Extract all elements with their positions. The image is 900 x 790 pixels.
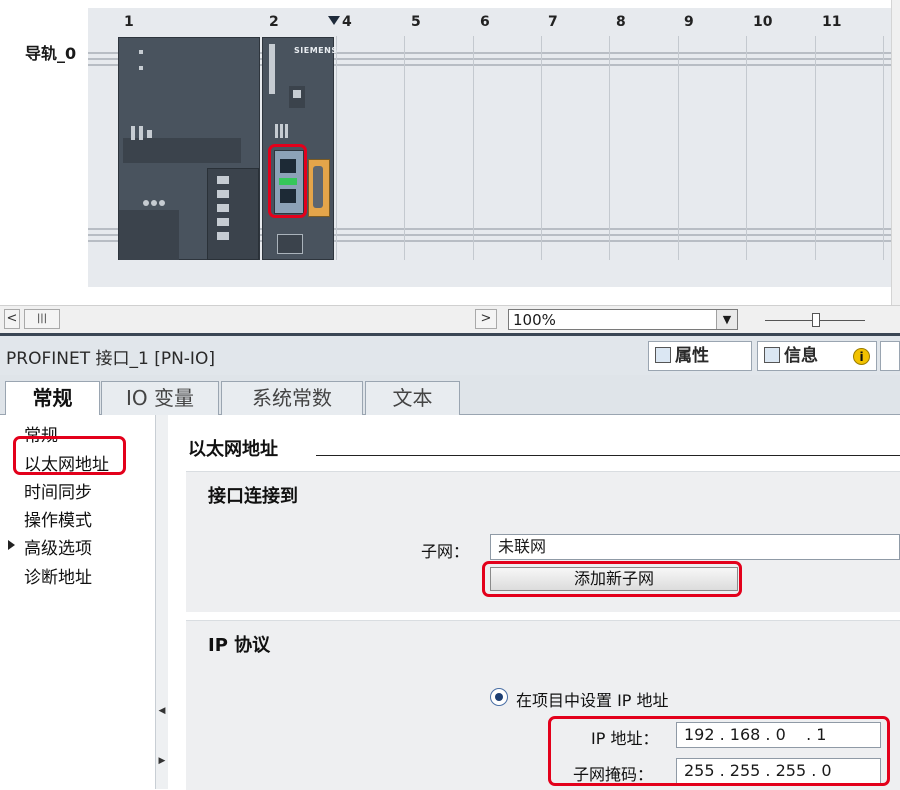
info-panel-icon	[764, 347, 780, 363]
nav-item-time-sync[interactable]: 时间同步	[24, 478, 92, 503]
port-status-led	[279, 178, 297, 185]
ip-address-field[interactable]: 192 . 168 . 0 . 1	[676, 722, 881, 748]
ip-protocol-group: IP 协议 在项目中设置 IP 地址 IP 地址： 192 . 168 . 0 …	[186, 620, 900, 790]
profinet-port-block[interactable]	[274, 150, 304, 214]
group-title: IP 协议	[208, 635, 271, 656]
slot-number: 5	[411, 14, 421, 30]
expand-arrow-icon[interactable]	[8, 540, 15, 550]
add-subnet-button[interactable]: 添加新子网	[490, 567, 738, 591]
slot-number: 1	[124, 14, 134, 30]
nav-item-diagnostic-address[interactable]: 诊断地址	[24, 563, 92, 588]
property-nav-tree: 常规 以太网地址 时间同步 操作模式 高级选项 诊断地址 ◀ ▶	[0, 415, 168, 789]
zoom-value: 100%	[513, 311, 556, 329]
tab-system-constants[interactable]: 系统常数	[221, 381, 363, 415]
interface-group: 接口连接到 子网： 未联网 添加新子网	[186, 471, 900, 612]
ethernet-port-icon[interactable]	[280, 159, 296, 173]
slot-number: 9	[684, 14, 694, 30]
zoom-select[interactable]: 100% ▼	[508, 309, 738, 330]
slot-number: 10	[753, 14, 773, 30]
inspector-title: PROFINET 接口_1 [PN-IO]	[6, 349, 215, 369]
tab-properties[interactable]: 属性	[648, 341, 752, 371]
slot-number: 4	[342, 14, 352, 30]
group-title: 接口连接到	[208, 486, 298, 507]
nav-item-general[interactable]: 常规	[24, 421, 58, 446]
subnet-mask-label: 子网掩码：	[573, 765, 654, 784]
slot-number: 11	[822, 14, 842, 30]
nav-scrollbar[interactable]: ◀ ▶	[155, 415, 168, 789]
device-view-canvas[interactable]: 导轨_0 1 2 4 5 6 7 8 9 10 11 SIEMENS	[0, 0, 900, 305]
tab-texts[interactable]: 文本	[365, 381, 460, 415]
scroll-right-icon[interactable]: ▶	[157, 755, 167, 767]
power-supply-module[interactable]	[118, 37, 260, 260]
slot-number: 6	[480, 14, 490, 30]
subnet-label: 子网：	[421, 542, 470, 561]
scroll-right-button[interactable]: >	[475, 309, 497, 329]
ip-address-label: IP 地址：	[591, 729, 659, 748]
magnifier-icon	[655, 347, 671, 363]
horizontal-scroll-thumb[interactable]: |||	[24, 309, 60, 329]
zoom-slider-thumb[interactable]	[812, 313, 820, 327]
property-content: 以太网地址 接口连接到 子网： 未联网 添加新子网 IP 协议 在项目中设置 I…	[168, 415, 900, 790]
scroll-left-icon[interactable]: ◀	[157, 705, 167, 717]
inspector-tabs: 常规 IO 变量 系统常数 文本	[0, 375, 900, 416]
tab-properties-label: 属性	[675, 346, 709, 366]
dp-connector[interactable]	[308, 159, 330, 217]
cpu-module[interactable]	[262, 37, 334, 260]
vertical-scrollbar[interactable]	[891, 0, 900, 305]
tab-diagnostics[interactable]	[880, 341, 900, 371]
slot-number: 8	[616, 14, 626, 30]
nav-item-advanced-options[interactable]: 高级选项	[24, 534, 92, 559]
insert-arrow-icon	[328, 16, 340, 25]
tab-general[interactable]: 常规	[5, 381, 100, 416]
slot-number: 7	[548, 14, 558, 30]
scroll-left-button[interactable]: <	[4, 309, 20, 329]
subnet-mask-field[interactable]: 255 . 255 . 255 . 0	[676, 758, 881, 784]
set-ip-radio[interactable]	[490, 688, 508, 706]
inspector-title-bar: PROFINET 接口_1 [PN-IO] 属性 信息 i	[0, 333, 900, 375]
info-icon[interactable]: i	[853, 348, 870, 365]
tab-info-label: 信息	[784, 346, 818, 366]
siemens-logo: SIEMENS	[294, 46, 338, 55]
section-title: 以太网地址	[188, 439, 278, 460]
slot-number: 2	[269, 14, 279, 30]
section-divider	[316, 455, 900, 456]
ethernet-port-icon[interactable]	[280, 189, 296, 203]
view-toolbar: < ||| > 100% ▼	[0, 305, 900, 333]
set-ip-radio-label: 在项目中设置 IP 地址	[516, 691, 669, 710]
nav-item-operating-mode[interactable]: 操作模式	[24, 506, 92, 531]
rail-label: 导轨_0	[25, 44, 77, 63]
subnet-field[interactable]: 未联网	[490, 534, 900, 560]
nav-item-ethernet-address[interactable]: 以太网地址	[24, 450, 109, 475]
chevron-down-icon[interactable]: ▼	[716, 310, 737, 329]
tab-io-tags[interactable]: IO 变量	[101, 381, 219, 415]
